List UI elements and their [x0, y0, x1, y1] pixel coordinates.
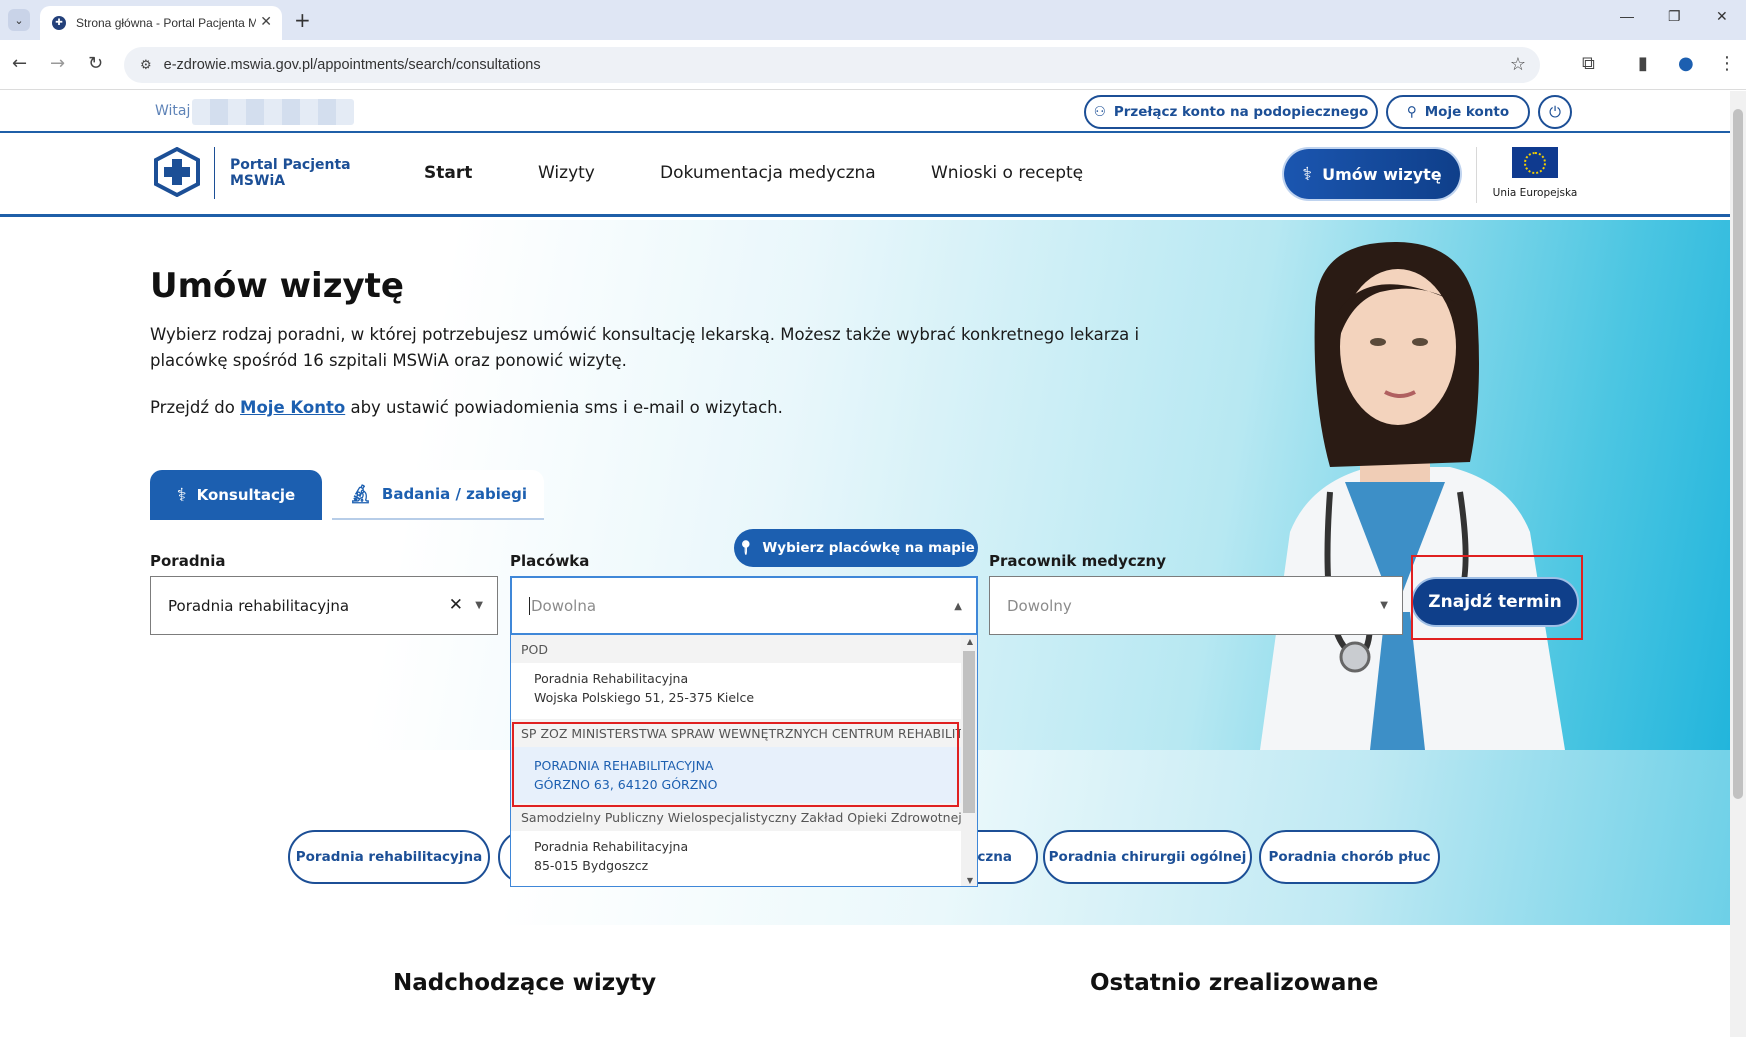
my-account-label: Moje konto	[1424, 104, 1510, 120]
clear-icon[interactable]: ✕	[449, 595, 463, 615]
chip-general-surgery[interactable]: Poradnia chirurgii ogólnej	[1043, 830, 1252, 884]
clinic-select[interactable]: Poradnia rehabilitacyjna ✕ ▼	[150, 576, 498, 635]
close-window-icon[interactable]: ✕	[1716, 8, 1728, 25]
back-icon[interactable]: ←	[12, 53, 27, 74]
greeting: Witaj	[155, 103, 191, 119]
switch-account-button[interactable]: ⚇ Przełącz konto na podopiecznego	[1084, 95, 1378, 129]
nav-prescriptions[interactable]: Wnioski o receptę	[931, 163, 1083, 183]
note-suffix: aby ustawić powiadomienia sms i e-mail o…	[350, 398, 783, 417]
scroll-down-icon[interactable]: ▼	[967, 876, 973, 885]
minimize-icon[interactable]: —	[1620, 8, 1634, 24]
chevron-up-icon[interactable]: ▲	[954, 601, 962, 612]
page-scrollbar[interactable]	[1730, 91, 1746, 1037]
my-account-link[interactable]: Moje Konto	[240, 398, 345, 417]
map-pin-icon: 📍︎	[737, 540, 755, 556]
user-icon: ⚲	[1406, 104, 1417, 120]
tab-consultations-label: Konsultacje	[196, 486, 296, 504]
dropdown-scrollbar[interactable]: ▲ ▼	[961, 635, 977, 886]
new-tab-icon[interactable]: +	[294, 8, 311, 32]
logo-text[interactable]: Portal Pacjenta MSWiA	[230, 157, 351, 189]
main-header: Portal Pacjenta MSWiA Start Wizyty Dokum…	[0, 133, 1730, 217]
clinic-label: Poradnia	[150, 552, 226, 570]
dropdown-group: POD	[511, 635, 963, 663]
option-highlight	[512, 722, 959, 807]
logo-line2: MSWiA	[230, 173, 286, 189]
browser-tab[interactable]: ✚ Strona główna - Portal Pacjenta M ✕	[40, 6, 282, 40]
bookmark-star-icon[interactable]: ☆	[1510, 54, 1526, 75]
tab-title: Strona główna - Portal Pacjenta M	[76, 16, 256, 30]
address-bar[interactable]: ⚙ e-zdrowie.mswia.gov.pl/appointments/se…	[124, 47, 1540, 83]
reload-icon[interactable]: ↻	[88, 53, 103, 74]
header-separator	[1476, 147, 1477, 203]
nav-medical-docs[interactable]: Dokumentacja medyczna	[660, 163, 876, 183]
switch-account-label: Przełącz konto na podopiecznego	[1113, 104, 1369, 120]
facility-placeholder: Dowolna	[529, 596, 597, 615]
dropdown-group: Samodzielny Publiczny Wielospecjalistycz…	[511, 803, 963, 831]
stethoscope-icon: ⚕	[176, 484, 187, 506]
browser-tab-strip: ⌄ ✚ Strona główna - Portal Pacjenta M ✕ …	[0, 0, 1746, 40]
dropdown-option-kielce[interactable]: Poradnia Rehabilitacyjna Wojska Polskieg…	[511, 669, 963, 719]
option-name: Poradnia Rehabilitacyjna	[534, 839, 689, 854]
choose-on-map-button[interactable]: 📍︎ Wybierz placówkę na mapie	[734, 529, 978, 567]
logo-divider	[214, 147, 215, 199]
eu-label: Unia Europejska	[1492, 187, 1578, 199]
chip-rehabilitation[interactable]: Poradnia rehabilitacyjna	[288, 830, 490, 884]
staff-select[interactable]: Dowolny ▼	[989, 576, 1403, 635]
hero-description: Wybierz rodzaj poradni, w której potrzeb…	[150, 325, 1140, 370]
logout-power-icon[interactable]: ⏻	[1538, 95, 1572, 129]
chevron-down-icon[interactable]: ▼	[475, 600, 483, 611]
chevron-down-icon[interactable]: ▼	[1380, 600, 1388, 611]
site-info-icon[interactable]: ⚙	[140, 58, 152, 73]
clinic-value: Poradnia rehabilitacyjna	[168, 596, 350, 615]
browser-toolbar: ← → ↻ ⚙ e-zdrowie.mswia.gov.pl/appointme…	[0, 40, 1746, 90]
find-button-highlight	[1411, 555, 1583, 640]
restore-icon[interactable]: ❐	[1668, 8, 1681, 25]
nav-visits[interactable]: Wizyty	[538, 163, 595, 183]
facility-select[interactable]: Dowolna ▲	[510, 576, 978, 635]
dropdown-option-bydgoszcz[interactable]: Poradnia Rehabilitacyjna 85-015 Bydgoszc…	[511, 837, 963, 886]
option-name: Poradnia Rehabilitacyjna	[534, 671, 689, 686]
forward-icon[interactable]: →	[50, 53, 65, 74]
eu-flag-icon	[1512, 147, 1558, 178]
menu-icon[interactable]: ⋮	[1718, 53, 1736, 74]
choose-on-map-label: Wybierz placówkę na mapie	[762, 540, 975, 556]
my-account-button[interactable]: ⚲ Moje konto	[1386, 95, 1530, 129]
portal-favicon-icon: ✚	[52, 16, 66, 30]
close-tab-icon[interactable]: ✕	[260, 14, 272, 30]
tab-search-icon[interactable]: ⌄	[8, 9, 30, 31]
option-address: 85-015 Bydgoszcz	[534, 858, 649, 873]
url-text: e-zdrowie.mswia.gov.pl/appointments/sear…	[163, 57, 541, 73]
scroll-up-icon[interactable]: ▲	[967, 637, 973, 646]
users-icon: ⚇	[1093, 104, 1106, 120]
logo-line1: Portal Pacjenta	[230, 157, 351, 173]
blurred-user-name	[192, 99, 354, 125]
utility-bar: Witaj ⚇ Przełącz konto na podopiecznego …	[0, 91, 1730, 133]
doctor-image	[1260, 242, 1565, 750]
nav-start[interactable]: Start	[424, 163, 472, 183]
tab-exams[interactable]: 🔬︎ Badania / zabiegi	[332, 470, 544, 520]
recent-visits-heading: Ostatnio zrealizowane	[1090, 970, 1379, 996]
chip-lung-diseases[interactable]: Poradnia chorób płuc	[1259, 830, 1440, 884]
book-visit-label: Umów wizytę	[1322, 164, 1442, 184]
hero-note: Przejdź do Moje Konto aby ustawić powiad…	[150, 398, 783, 417]
side-panel-icon[interactable]: ▮	[1638, 53, 1648, 74]
note-prefix: Przejdź do	[150, 398, 235, 417]
portal-logo-icon[interactable]	[154, 147, 200, 197]
microscope-icon: 🔬︎	[349, 483, 372, 505]
stethoscope-icon: ⚕	[1302, 163, 1313, 185]
dropdown-scroll-thumb[interactable]	[963, 651, 975, 813]
extensions-icon[interactable]: ⧉	[1582, 53, 1595, 74]
book-visit-button[interactable]: ⚕ Umów wizytę	[1284, 149, 1460, 199]
tab-consultations[interactable]: ⚕ Konsultacje	[150, 470, 322, 520]
tab-exams-label: Badania / zabiegi	[381, 485, 527, 503]
staff-label: Pracownik medyczny	[989, 552, 1166, 570]
page-scroll-thumb[interactable]	[1733, 109, 1743, 799]
profile-icon[interactable]: ●	[1678, 53, 1694, 74]
staff-placeholder: Dowolny	[1007, 596, 1072, 615]
upcoming-visits-heading: Nadchodzące wizyty	[393, 970, 657, 996]
option-address: Wojska Polskiego 51, 25-375 Kielce	[534, 690, 755, 705]
facility-label: Placówka	[510, 552, 590, 570]
page-title: Umów wizytę	[150, 266, 404, 306]
